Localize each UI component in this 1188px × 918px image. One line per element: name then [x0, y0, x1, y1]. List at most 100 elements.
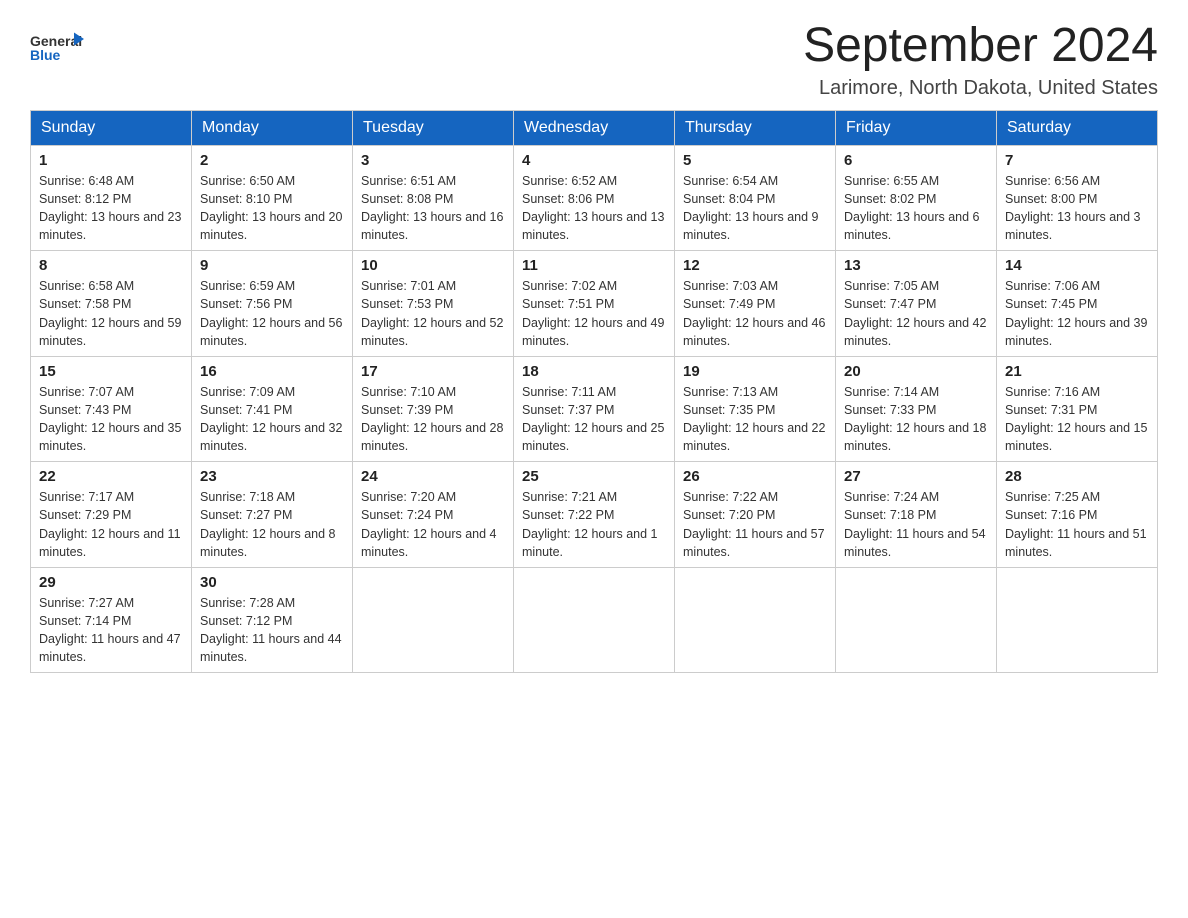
day-number: 11: [522, 257, 666, 274]
calendar-cell: 16 Sunrise: 7:09 AMSunset: 7:41 PMDayligh…: [192, 356, 353, 462]
calendar-cell: 10 Sunrise: 7:01 AMSunset: 7:53 PMDayligh…: [353, 251, 514, 357]
page-header: General Blue September 2024 Larimore, No…: [30, 20, 1158, 100]
calendar-cell: 9 Sunrise: 6:59 AMSunset: 7:56 PMDaylight…: [192, 251, 353, 357]
day-number: 26: [683, 468, 827, 485]
day-info: Sunrise: 6:59 AMSunset: 7:56 PMDaylight:…: [200, 277, 344, 350]
calendar-week-row: 29Sunrise: 7:27 AMSunset: 7:14 PMDayligh…: [31, 567, 1158, 673]
day-info: Sunrise: 6:54 AMSunset: 8:04 PMDaylight:…: [683, 172, 827, 245]
calendar-week-row: 8 Sunrise: 6:58 AMSunset: 7:58 PMDaylight…: [31, 251, 1158, 357]
day-header-saturday: Saturday: [997, 110, 1158, 145]
calendar-cell: 29Sunrise: 7:27 AMSunset: 7:14 PMDayligh…: [31, 567, 192, 673]
calendar-cell: 12Sunrise: 7:03 AMSunset: 7:49 PMDayligh…: [675, 251, 836, 357]
day-info: Sunrise: 6:51 AMSunset: 8:08 PMDaylight:…: [361, 172, 505, 245]
day-info: Sunrise: 7:02 AMSunset: 7:51 PMDaylight:…: [522, 277, 666, 350]
calendar-cell: 4 Sunrise: 6:52 AMSunset: 8:06 PMDaylight…: [514, 145, 675, 251]
calendar-cell: 22 Sunrise: 7:17 AMSunset: 7:29 PMDayligh…: [31, 462, 192, 568]
day-number: 18: [522, 363, 666, 380]
day-number: 24: [361, 468, 505, 485]
calendar-cell: [353, 567, 514, 673]
day-info: Sunrise: 6:56 AMSunset: 8:00 PMDaylight:…: [1005, 172, 1149, 245]
calendar-cell: 21Sunrise: 7:16 AMSunset: 7:31 PMDayligh…: [997, 356, 1158, 462]
calendar-cell: [675, 567, 836, 673]
day-number: 10: [361, 257, 505, 274]
day-header-monday: Monday: [192, 110, 353, 145]
calendar-cell: 30 Sunrise: 7:28 AMSunset: 7:12 PMDayligh…: [192, 567, 353, 673]
calendar-week-row: 1Sunrise: 6:48 AMSunset: 8:12 PMDaylight…: [31, 145, 1158, 251]
day-info: Sunrise: 7:14 AMSunset: 7:33 PMDaylight:…: [844, 383, 988, 456]
day-info: Sunrise: 7:22 AMSunset: 7:20 PMDaylight:…: [683, 488, 827, 561]
day-number: 16: [200, 363, 344, 380]
calendar-cell: 20 Sunrise: 7:14 AMSunset: 7:33 PMDayligh…: [836, 356, 997, 462]
title-section: September 2024 Larimore, North Dakota, U…: [803, 20, 1158, 100]
day-number: 19: [683, 363, 827, 380]
day-info: Sunrise: 7:20 AMSunset: 7:24 PMDaylight:…: [361, 488, 505, 561]
calendar-cell: 3 Sunrise: 6:51 AMSunset: 8:08 PMDaylight…: [353, 145, 514, 251]
calendar-cell: 5 Sunrise: 6:54 AMSunset: 8:04 PMDaylight…: [675, 145, 836, 251]
day-info: Sunrise: 7:18 AMSunset: 7:27 PMDaylight:…: [200, 488, 344, 561]
calendar-cell: 14Sunrise: 7:06 AMSunset: 7:45 PMDayligh…: [997, 251, 1158, 357]
day-number: 17: [361, 363, 505, 380]
day-number: 30: [200, 574, 344, 591]
day-info: Sunrise: 7:11 AMSunset: 7:37 PMDaylight:…: [522, 383, 666, 456]
day-number: 29: [39, 574, 183, 591]
day-info: Sunrise: 6:50 AMSunset: 8:10 PMDaylight:…: [200, 172, 344, 245]
day-header-thursday: Thursday: [675, 110, 836, 145]
calendar-cell: 18 Sunrise: 7:11 AMSunset: 7:37 PMDayligh…: [514, 356, 675, 462]
svg-text:Blue: Blue: [30, 47, 61, 63]
day-number: 9: [200, 257, 344, 274]
calendar-cell: 6 Sunrise: 6:55 AMSunset: 8:02 PMDaylight…: [836, 145, 997, 251]
day-info: Sunrise: 6:58 AMSunset: 7:58 PMDaylight:…: [39, 277, 183, 350]
day-info: Sunrise: 7:28 AMSunset: 7:12 PMDaylight:…: [200, 594, 344, 667]
day-number: 22: [39, 468, 183, 485]
day-info: Sunrise: 7:09 AMSunset: 7:41 PMDaylight:…: [200, 383, 344, 456]
calendar-cell: 27 Sunrise: 7:24 AMSunset: 7:18 PMDayligh…: [836, 462, 997, 568]
calendar-cell: 26 Sunrise: 7:22 AMSunset: 7:20 PMDayligh…: [675, 462, 836, 568]
day-number: 23: [200, 468, 344, 485]
day-info: Sunrise: 6:55 AMSunset: 8:02 PMDaylight:…: [844, 172, 988, 245]
calendar-header-row: SundayMondayTuesdayWednesdayThursdayFrid…: [31, 110, 1158, 145]
day-info: Sunrise: 7:24 AMSunset: 7:18 PMDaylight:…: [844, 488, 988, 561]
day-header-sunday: Sunday: [31, 110, 192, 145]
day-number: 3: [361, 152, 505, 169]
calendar-cell: 28 Sunrise: 7:25 AMSunset: 7:16 PMDayligh…: [997, 462, 1158, 568]
day-info: Sunrise: 7:25 AMSunset: 7:16 PMDaylight:…: [1005, 488, 1149, 561]
calendar-cell: 2Sunrise: 6:50 AMSunset: 8:10 PMDaylight…: [192, 145, 353, 251]
day-number: 5: [683, 152, 827, 169]
day-number: 15: [39, 363, 183, 380]
calendar-week-row: 15 Sunrise: 7:07 AMSunset: 7:43 PMDayligh…: [31, 356, 1158, 462]
day-number: 20: [844, 363, 988, 380]
calendar-cell: 25Sunrise: 7:21 AMSunset: 7:22 PMDayligh…: [514, 462, 675, 568]
calendar-cell: 24 Sunrise: 7:20 AMSunset: 7:24 PMDayligh…: [353, 462, 514, 568]
day-info: Sunrise: 7:16 AMSunset: 7:31 PMDaylight:…: [1005, 383, 1149, 456]
day-info: Sunrise: 6:48 AMSunset: 8:12 PMDaylight:…: [39, 172, 183, 245]
day-info: Sunrise: 7:13 AMSunset: 7:35 PMDaylight:…: [683, 383, 827, 456]
calendar-cell: 1Sunrise: 6:48 AMSunset: 8:12 PMDaylight…: [31, 145, 192, 251]
calendar-week-row: 22 Sunrise: 7:17 AMSunset: 7:29 PMDayligh…: [31, 462, 1158, 568]
day-number: 28: [1005, 468, 1149, 485]
day-number: 4: [522, 152, 666, 169]
day-info: Sunrise: 6:52 AMSunset: 8:06 PMDaylight:…: [522, 172, 666, 245]
day-number: 27: [844, 468, 988, 485]
calendar-cell: 8 Sunrise: 6:58 AMSunset: 7:58 PMDaylight…: [31, 251, 192, 357]
month-title: September 2024: [803, 20, 1158, 73]
calendar-cell: [997, 567, 1158, 673]
day-info: Sunrise: 7:17 AMSunset: 7:29 PMDaylight:…: [39, 488, 183, 561]
calendar-cell: 23 Sunrise: 7:18 AMSunset: 7:27 PMDayligh…: [192, 462, 353, 568]
day-number: 12: [683, 257, 827, 274]
calendar-table: SundayMondayTuesdayWednesdayThursdayFrid…: [30, 110, 1158, 674]
day-number: 6: [844, 152, 988, 169]
location-subtitle: Larimore, North Dakota, United States: [803, 77, 1158, 100]
calendar-cell: [514, 567, 675, 673]
calendar-cell: 11 Sunrise: 7:02 AMSunset: 7:51 PMDayligh…: [514, 251, 675, 357]
calendar-cell: 19 Sunrise: 7:13 AMSunset: 7:35 PMDayligh…: [675, 356, 836, 462]
logo-icon: General Blue: [30, 20, 90, 75]
day-number: 8: [39, 257, 183, 274]
day-header-tuesday: Tuesday: [353, 110, 514, 145]
day-number: 25: [522, 468, 666, 485]
day-info: Sunrise: 7:07 AMSunset: 7:43 PMDaylight:…: [39, 383, 183, 456]
day-header-friday: Friday: [836, 110, 997, 145]
day-info: Sunrise: 7:10 AMSunset: 7:39 PMDaylight:…: [361, 383, 505, 456]
calendar-cell: 15 Sunrise: 7:07 AMSunset: 7:43 PMDayligh…: [31, 356, 192, 462]
calendar-cell: 13Sunrise: 7:05 AMSunset: 7:47 PMDayligh…: [836, 251, 997, 357]
day-info: Sunrise: 7:01 AMSunset: 7:53 PMDaylight:…: [361, 277, 505, 350]
